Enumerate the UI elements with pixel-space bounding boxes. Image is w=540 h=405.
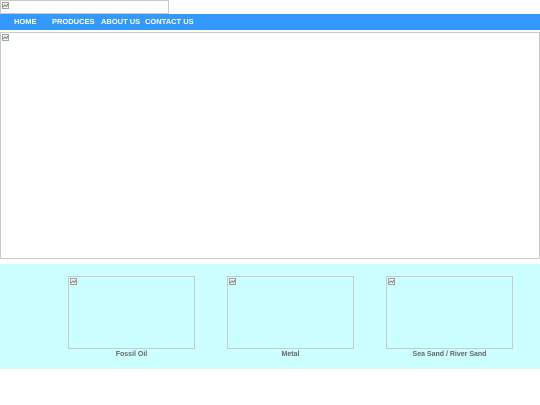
- main-navigation: HOME PRODUCES ABOUT US CONTACT US: [0, 14, 540, 30]
- page: HOME PRODUCES ABOUT US CONTACT US Fossil…: [0, 0, 540, 405]
- product-caption: Sea Sand / River Sand: [412, 351, 487, 358]
- broken-image-icon: [388, 278, 395, 285]
- nav-contact-us-link[interactable]: CONTACT US: [145, 14, 194, 30]
- product-image[interactable]: [227, 276, 354, 349]
- product-image[interactable]: [386, 276, 513, 349]
- hero-banner-image: [0, 32, 540, 259]
- nav-about-us-link[interactable]: ABOUT US: [101, 14, 140, 30]
- product-caption: Metal: [281, 351, 300, 358]
- nav-produces-link[interactable]: PRODUCES: [52, 14, 95, 30]
- product-caption: Fossil Oil: [115, 351, 148, 358]
- broken-image-icon: [229, 278, 236, 285]
- site-logo-image[interactable]: [0, 0, 169, 14]
- products-section: Fossil Oil Metal Sea Sand / River Sand: [0, 264, 540, 369]
- nav-home-link[interactable]: HOME: [14, 14, 37, 30]
- product-image[interactable]: [68, 276, 195, 349]
- broken-image-icon: [2, 2, 9, 9]
- broken-image-icon: [2, 34, 9, 41]
- broken-image-icon: [70, 278, 77, 285]
